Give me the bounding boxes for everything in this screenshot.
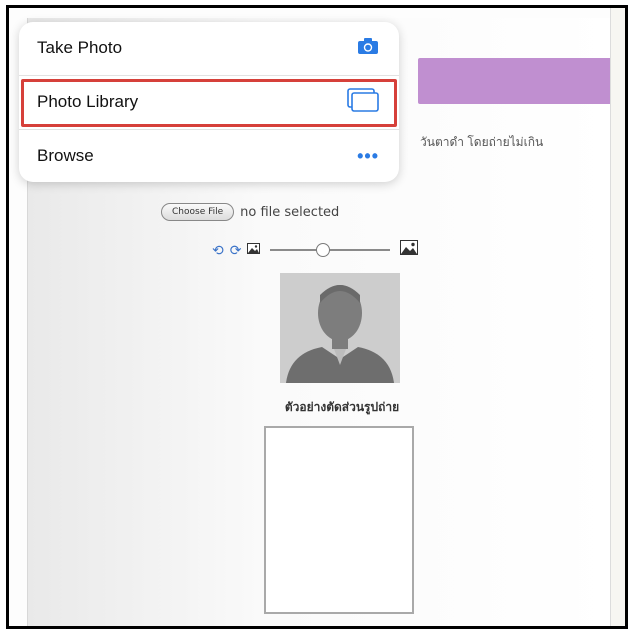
- menu-item-browse[interactable]: Browse •••: [19, 130, 399, 182]
- file-input-row: Choose File no file selected: [161, 203, 339, 221]
- image-small-icon: [247, 241, 261, 259]
- menu-item-label: Take Photo: [37, 38, 123, 57]
- crop-preview-box: [264, 426, 414, 614]
- file-status-text: no file selected: [240, 204, 340, 220]
- image-large-icon: [400, 240, 419, 260]
- zoom-slider[interactable]: [270, 243, 391, 257]
- menu-item-label: Browse: [37, 146, 94, 165]
- choose-file-button[interactable]: Choose File: [161, 203, 235, 221]
- rotate-right-icon[interactable]: ⟳: [230, 243, 242, 257]
- image-toolbar: ⟲ ⟳: [212, 240, 419, 260]
- photo-library-highlight: [21, 79, 397, 127]
- header-banner: [418, 58, 624, 104]
- zoom-slider-track: [270, 249, 391, 251]
- right-edge-panel: [610, 8, 625, 626]
- camera-icon: [357, 37, 379, 60]
- crop-preview-caption: ตัวอย่างตัดส่วนรูปถ่าย: [284, 400, 400, 414]
- rotate-left-icon[interactable]: ⟲: [212, 243, 224, 257]
- zoom-slider-thumb[interactable]: [316, 243, 331, 257]
- menu-item-take-photo[interactable]: Take Photo: [19, 22, 399, 74]
- instruction-text: วันตาดำ โดยถ่ายไม่เกิน: [420, 135, 544, 149]
- profile-placeholder-image: [280, 273, 400, 383]
- more-dots-icon: •••: [357, 145, 379, 166]
